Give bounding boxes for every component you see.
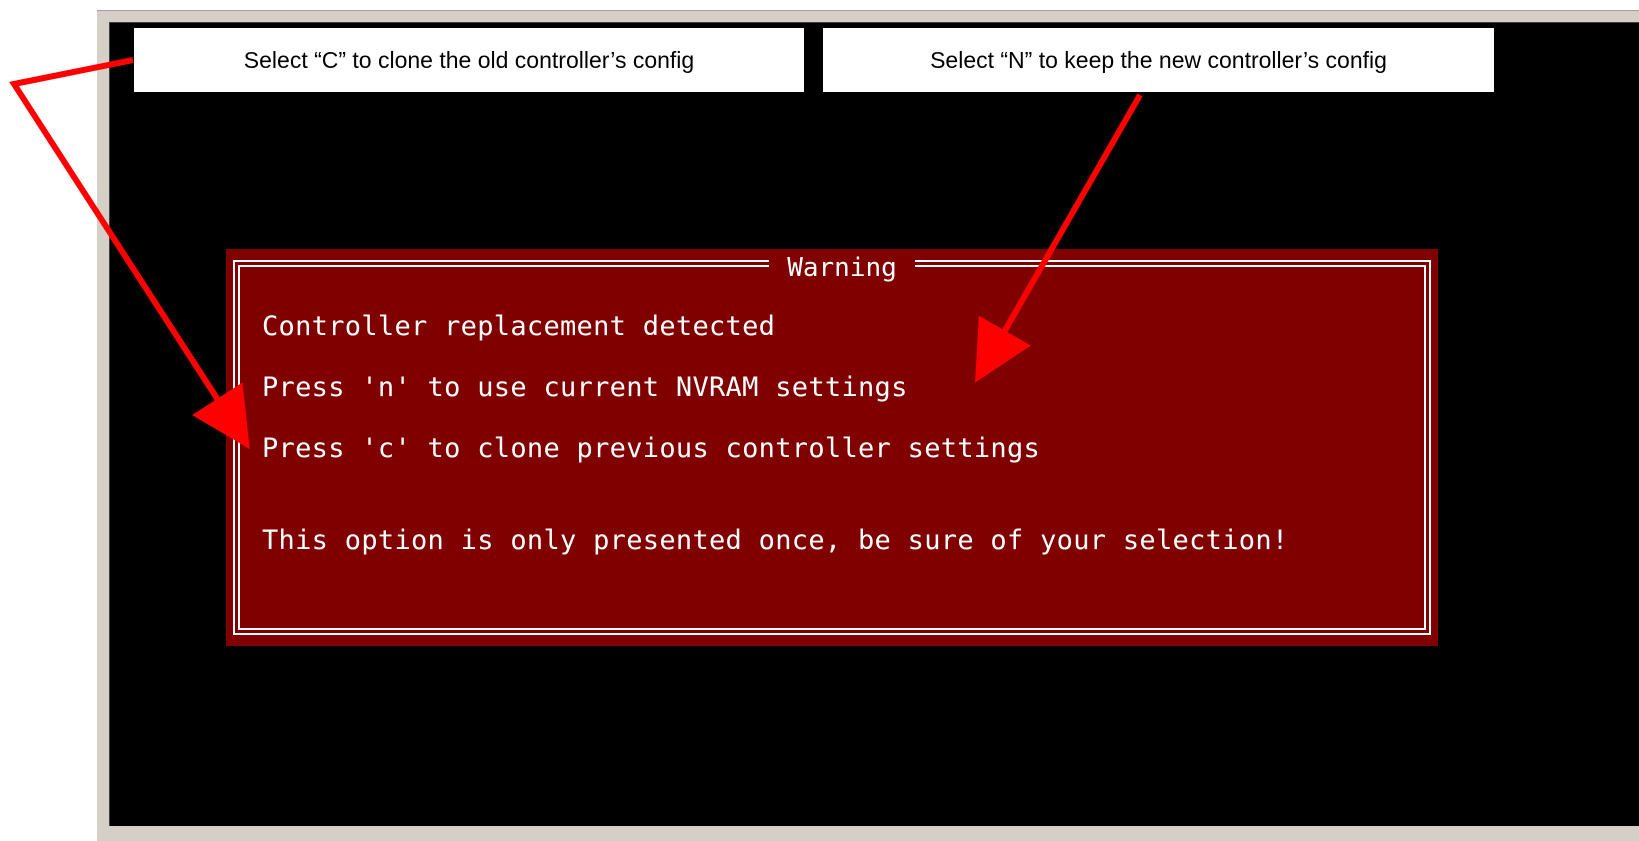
message-replacement-detected: Controller replacement detected	[262, 311, 776, 342]
screenshot-canvas: Warning Controller replacement detected …	[0, 0, 1639, 841]
callout-clone-config: Select “C” to clone the old controller’s…	[133, 27, 805, 93]
dialog-title-bar: Warning	[226, 251, 1438, 285]
message-selection-warning: This option is only presented once, be s…	[262, 525, 1289, 556]
warning-dialog: Warning Controller replacement detected …	[226, 249, 1438, 646]
option-n-use-current-nvram[interactable]: Press 'n' to use current NVRAM settings	[262, 371, 908, 405]
callout-keep-config: Select “N” to keep the new controller’s …	[822, 27, 1495, 93]
dialog-title: Warning	[769, 251, 915, 285]
option-c-clone-previous[interactable]: Press 'c' to clone previous controller s…	[262, 432, 1040, 466]
